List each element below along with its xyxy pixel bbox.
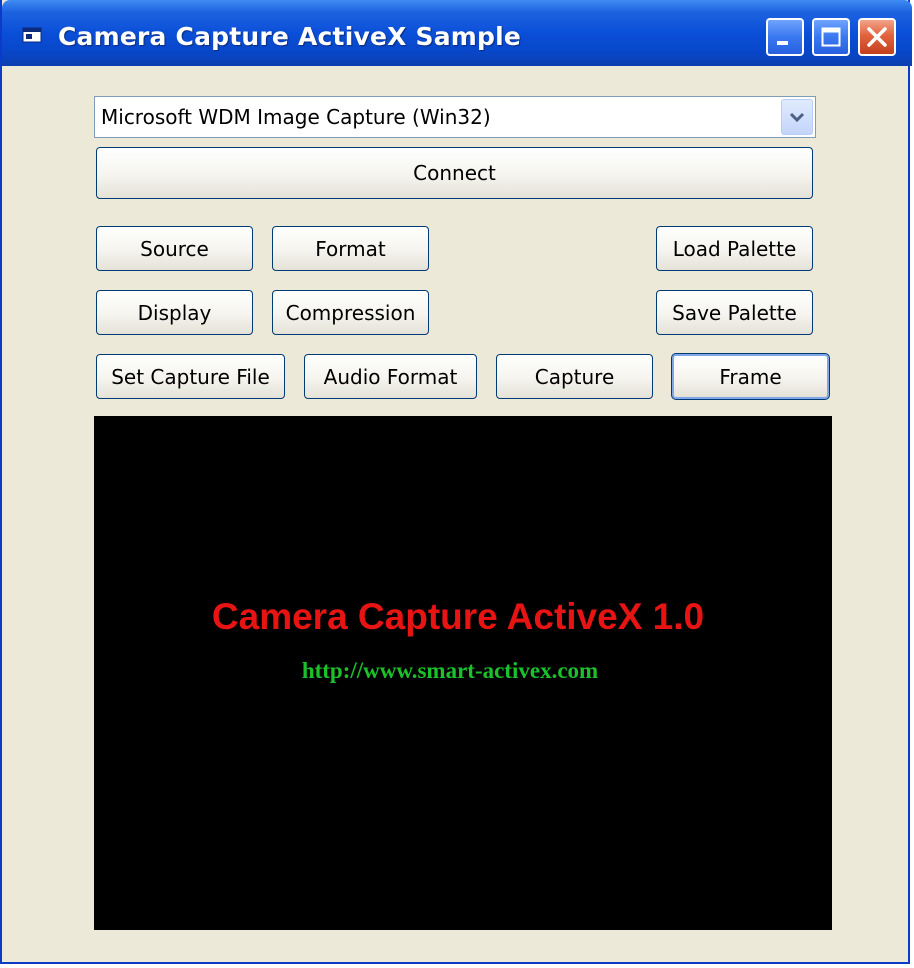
capture-button[interactable]: Capture: [496, 354, 653, 399]
frame-button[interactable]: Frame: [671, 353, 830, 400]
app-window: Camera Capture ActiveX Sample Microsoft …: [0, 0, 912, 964]
set-capture-file-button[interactable]: Set Capture File: [96, 354, 285, 399]
display-button[interactable]: Display: [96, 290, 253, 335]
close-icon: [867, 27, 887, 47]
device-select-value: Microsoft WDM Image Capture (Win32): [101, 105, 491, 129]
preview-url-link[interactable]: http://www.smart-activex.com: [94, 658, 806, 684]
format-button[interactable]: Format: [272, 226, 429, 271]
minimize-button[interactable]: [766, 18, 804, 56]
save-palette-button[interactable]: Save Palette: [656, 290, 813, 335]
device-select-dropdown-button[interactable]: [781, 99, 813, 135]
device-select[interactable]: Microsoft WDM Image Capture (Win32): [94, 96, 816, 138]
minimize-icon: [777, 41, 788, 45]
chevron-down-icon: [789, 112, 805, 123]
connect-button[interactable]: Connect: [96, 147, 813, 199]
close-button[interactable]: [858, 18, 896, 56]
preview-title: Camera Capture ActiveX 1.0: [211, 596, 705, 637]
load-palette-button[interactable]: Load Palette: [656, 226, 813, 271]
window-title: Camera Capture ActiveX Sample: [58, 22, 522, 51]
compression-button[interactable]: Compression: [272, 290, 429, 335]
maximize-icon: [821, 27, 841, 47]
maximize-button[interactable]: [812, 18, 850, 56]
app-window-icon: [22, 27, 42, 43]
video-preview: Camera Capture ActiveX 1.0 http://www.sm…: [94, 416, 832, 930]
title-bar[interactable]: Camera Capture ActiveX Sample: [2, 0, 912, 66]
audio-format-button[interactable]: Audio Format: [304, 354, 477, 399]
source-button[interactable]: Source: [96, 226, 253, 271]
